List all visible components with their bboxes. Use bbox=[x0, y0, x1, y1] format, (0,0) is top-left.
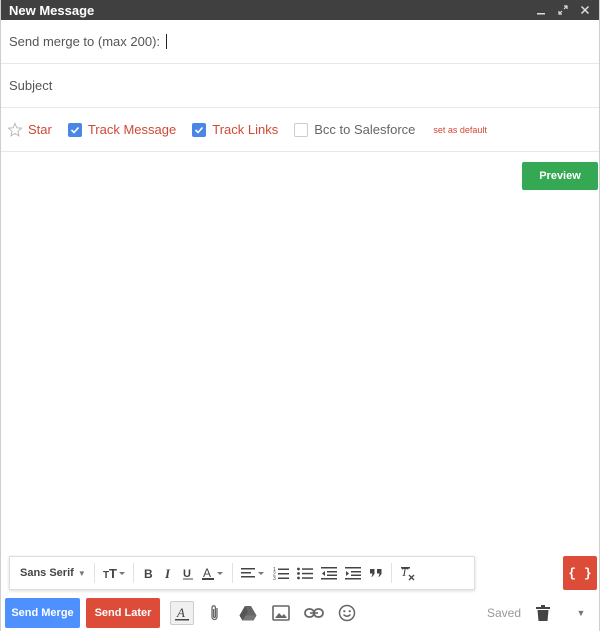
merge-fields-button[interactable]: { } bbox=[563, 556, 597, 590]
toolbar-divider bbox=[93, 563, 95, 583]
recipients-label: Send merge to (max 200): bbox=[9, 34, 161, 49]
text-size-icon[interactable]: TT bbox=[99, 561, 129, 585]
send-merge-button[interactable]: Send Merge bbox=[5, 598, 80, 628]
preview-button[interactable]: Preview bbox=[522, 162, 598, 190]
indent-less-icon[interactable] bbox=[317, 561, 341, 585]
drive-icon[interactable] bbox=[236, 601, 260, 625]
paperclip-icon[interactable] bbox=[203, 601, 227, 625]
numbered-list-icon[interactable]: 123 bbox=[269, 561, 293, 585]
star-option[interactable]: Star bbox=[7, 121, 52, 138]
bcc-salesforce-option[interactable]: Bcc to Salesforce bbox=[294, 122, 415, 137]
close-icon[interactable] bbox=[579, 4, 591, 16]
bold-icon[interactable]: B bbox=[138, 561, 158, 585]
svg-text:T: T bbox=[109, 566, 117, 580]
compose-window: New Message Send merge to (max 200): Sta… bbox=[0, 0, 600, 631]
message-body[interactable] bbox=[1, 158, 600, 553]
bulleted-list-icon[interactable] bbox=[293, 561, 317, 585]
indent-more-icon[interactable] bbox=[341, 561, 365, 585]
toolbar-divider bbox=[390, 563, 392, 583]
window-controls bbox=[535, 4, 591, 16]
svg-text:I: I bbox=[164, 566, 171, 580]
subject-field[interactable] bbox=[1, 64, 599, 108]
recipients-field[interactable]: Send merge to (max 200): bbox=[1, 20, 599, 64]
track-message-checkbox[interactable] bbox=[67, 122, 82, 137]
send-later-button[interactable]: Send Later bbox=[86, 598, 160, 628]
align-icon[interactable] bbox=[237, 561, 269, 585]
send-options-bar: Star Track Message Track Links Bcc to Sa… bbox=[1, 108, 599, 152]
set-as-default-link[interactable]: set as default bbox=[433, 125, 487, 135]
clear-formatting-icon[interactable]: T bbox=[396, 561, 420, 585]
track-links-option[interactable]: Track Links bbox=[192, 122, 278, 137]
minimize-icon[interactable] bbox=[535, 4, 547, 16]
text-cursor bbox=[166, 34, 168, 49]
emoji-icon[interactable] bbox=[335, 601, 359, 625]
star-label: Star bbox=[28, 122, 52, 137]
italic-icon[interactable]: I bbox=[158, 561, 178, 585]
svg-text:U: U bbox=[183, 568, 191, 580]
underline-icon[interactable]: U bbox=[178, 561, 198, 585]
more-options-icon[interactable]: ▼ bbox=[571, 601, 591, 625]
toolbar-divider bbox=[132, 563, 134, 583]
text-color-icon[interactable]: A bbox=[198, 561, 228, 585]
font-family-select[interactable]: Sans Serif ▼ bbox=[16, 561, 90, 585]
saved-status: Saved bbox=[486, 606, 521, 620]
track-links-checkbox[interactable] bbox=[192, 122, 207, 137]
svg-text:A: A bbox=[203, 566, 211, 580]
quote-icon[interactable] bbox=[365, 561, 387, 585]
formatting-toolbar: Sans Serif ▼ TT B I U A 123 T bbox=[9, 556, 475, 590]
window-title: New Message bbox=[9, 2, 95, 18]
trash-icon[interactable] bbox=[533, 601, 553, 625]
svg-text:3: 3 bbox=[273, 576, 276, 580]
expand-icon[interactable] bbox=[557, 4, 569, 16]
formatting-options-icon[interactable]: A bbox=[170, 601, 194, 625]
compose-bottom-bar: Send Merge Send Later A Saved ▼ bbox=[1, 595, 600, 631]
svg-text:A: A bbox=[176, 605, 185, 620]
photo-icon[interactable] bbox=[269, 601, 293, 625]
chevron-down-icon: ▼ bbox=[77, 568, 86, 578]
compose-titlebar[interactable]: New Message bbox=[1, 0, 599, 20]
toolbar-divider bbox=[231, 563, 233, 583]
link-icon[interactable] bbox=[302, 601, 326, 625]
bcc-salesforce-checkbox[interactable] bbox=[294, 122, 309, 137]
track-message-label: Track Message bbox=[87, 122, 177, 137]
svg-text:B: B bbox=[144, 567, 153, 580]
track-message-option[interactable]: Track Message bbox=[67, 122, 177, 137]
subject-input[interactable] bbox=[9, 78, 591, 93]
font-family-label: Sans Serif bbox=[20, 567, 74, 579]
track-links-label: Track Links bbox=[212, 122, 279, 137]
bcc-salesforce-label: Bcc to Salesforce bbox=[314, 122, 416, 137]
star-icon bbox=[7, 121, 23, 138]
